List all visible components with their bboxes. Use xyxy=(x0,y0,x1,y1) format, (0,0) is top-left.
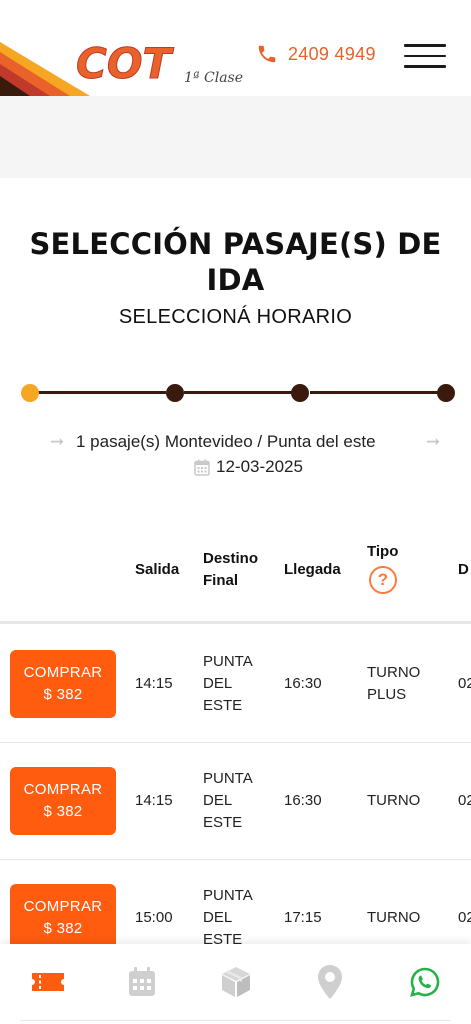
cell-destino: PUNTA DEL ESTE xyxy=(203,887,252,948)
cell-tipo: TURNO PLUS xyxy=(367,664,421,703)
table-row: COMPRAR $ 382 14:15 PUNTA DEL ESTE 16:30… xyxy=(0,743,471,860)
page-subtitle: SELECCIONÁ HORARIO xyxy=(118,306,353,328)
cell-salida: 14:15 xyxy=(135,792,173,809)
buy-button[interactable]: COMPRAR $ 382 xyxy=(10,767,116,835)
cell-extra: 02 xyxy=(458,792,471,809)
phone-number[interactable]: 2409 4949 xyxy=(288,44,376,65)
buy-button-label: COMPRAR xyxy=(23,664,103,681)
arrow-right-icon[interactable]: ➞ xyxy=(426,432,440,452)
location-pin-icon[interactable] xyxy=(310,962,350,1002)
column-header-salida: Salida xyxy=(135,561,180,578)
column-header-destino: Destino Final xyxy=(203,550,259,589)
stepper-line xyxy=(310,391,438,394)
stepper-step-4 xyxy=(437,384,455,402)
cot-logo[interactable]: COT 1ª Clase xyxy=(72,38,252,89)
stepper-line xyxy=(38,391,166,394)
stepper-step-1 xyxy=(21,384,39,402)
page-title: SELECCIÓN PASAJE(S) DE IDA xyxy=(29,227,442,297)
ticket-icon[interactable] xyxy=(28,962,68,1002)
buy-button-price: $ 382 xyxy=(43,920,83,937)
column-header-tipo: Tipo xyxy=(367,543,399,560)
header-spacer-band xyxy=(0,96,471,178)
cell-llegada: 16:30 xyxy=(284,675,322,692)
phone-link[interactable]: 2409 4949 xyxy=(256,38,376,70)
buy-button-label: COMPRAR xyxy=(23,781,103,798)
cell-llegada: 16:30 xyxy=(284,792,322,809)
app-header: COT 1ª Clase 2409 4949 xyxy=(0,0,471,96)
hamburger-icon[interactable] xyxy=(404,44,446,68)
question-circle-icon[interactable]: ? xyxy=(369,566,397,594)
calendar-icon[interactable] xyxy=(122,962,162,1002)
calendar-icon xyxy=(194,459,210,476)
trip-date-text: 12-03-2025 xyxy=(216,457,303,476)
arrow-right-icon[interactable]: ➞ xyxy=(50,432,64,452)
buy-button[interactable]: COMPRAR $ 382 xyxy=(10,884,116,952)
schedule-table-header: Salida Destino Final Llegada Tipo D xyxy=(0,538,471,624)
buy-button[interactable]: COMPRAR $ 382 xyxy=(10,650,116,718)
cell-tipo: TURNO xyxy=(367,792,421,809)
cell-extra: 02 xyxy=(458,909,471,926)
cell-tipo: TURNO xyxy=(367,909,421,926)
buy-button-label: COMPRAR xyxy=(23,898,103,915)
bottom-navigation xyxy=(0,944,471,1024)
stepper-line xyxy=(184,391,292,394)
whatsapp-icon[interactable] xyxy=(405,962,445,1002)
buy-button-price: $ 382 xyxy=(43,803,83,820)
trip-summary: ➞ 1 pasaje(s) Montevideo / Punta del est… xyxy=(0,432,471,456)
trip-date: 12-03-2025 xyxy=(194,457,303,477)
package-icon[interactable] xyxy=(216,962,256,1002)
buy-button-price: $ 382 xyxy=(43,686,83,703)
column-header-llegada: Llegada xyxy=(284,561,341,578)
logo-subtext: 1ª Clase xyxy=(184,70,243,86)
table-row: COMPRAR $ 382 14:15 PUNTA DEL ESTE 16:30… xyxy=(0,626,471,743)
divider xyxy=(20,1020,450,1021)
stepper-step-2 xyxy=(166,384,184,402)
logo-text: COT xyxy=(76,39,175,86)
cell-llegada: 17:15 xyxy=(284,909,322,926)
column-header-extra: D xyxy=(458,561,469,578)
cell-salida: 15:00 xyxy=(135,909,173,926)
progress-stepper xyxy=(20,382,460,404)
cell-salida: 14:15 xyxy=(135,675,173,692)
cell-extra: 02 xyxy=(458,675,471,692)
phone-icon xyxy=(258,45,276,63)
cell-destino: PUNTA DEL ESTE xyxy=(203,653,252,714)
cell-destino: PUNTA DEL ESTE xyxy=(203,770,252,831)
stepper-step-3 xyxy=(291,384,309,402)
trip-summary-text: 1 pasaje(s) Montevideo / Punta del este xyxy=(76,432,376,451)
